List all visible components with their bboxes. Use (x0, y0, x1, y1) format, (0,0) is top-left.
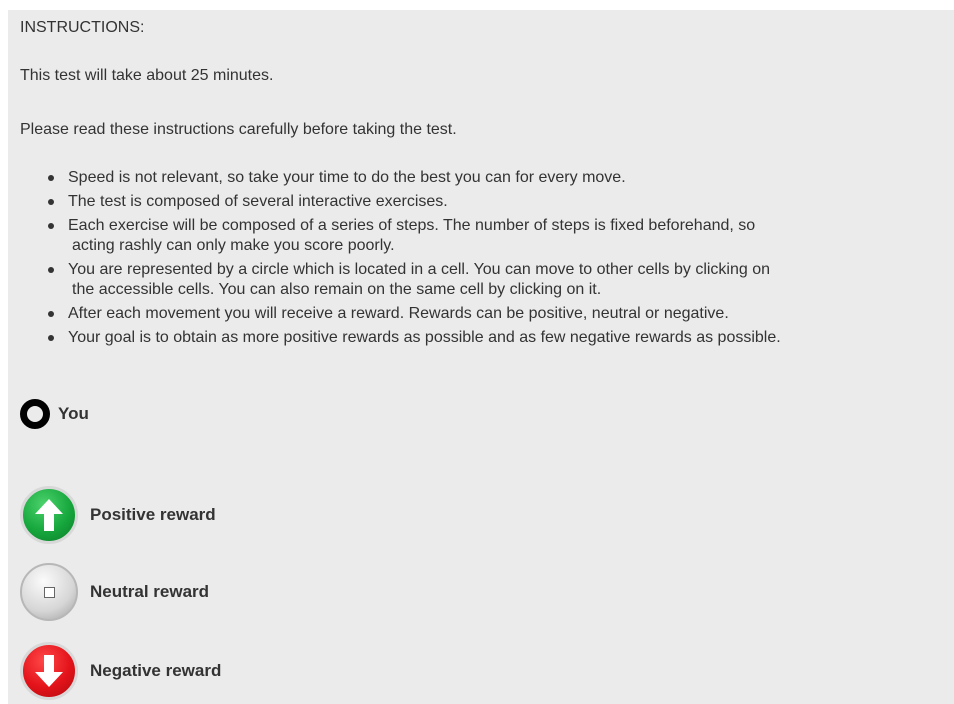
legend-negative-label: Negative reward (90, 661, 222, 680)
instructions-panel: INSTRUCTIONS: This test will take about … (8, 10, 954, 704)
rule-item: Each exercise will be composed of a seri… (48, 216, 948, 256)
rule-item: Speed is not relevant, so take your time… (48, 168, 948, 188)
legend-positive: Positive reward (20, 486, 216, 544)
arrow-up-glyph (35, 499, 63, 531)
rule-item: Your goal is to obtain as more positive … (48, 328, 948, 348)
legend-neutral-label: Neutral reward (90, 582, 210, 601)
rule-text-continued: acting rashly can only make you score po… (72, 237, 395, 254)
rule-text: Each exercise will be composed of a seri… (68, 217, 756, 234)
instructions-heading: INSTRUCTIONS: (20, 19, 145, 36)
rules-list: Speed is not relevant, so take your time… (20, 168, 948, 352)
intro-text: Please read these instructions carefully… (20, 121, 457, 138)
ring-icon (20, 399, 50, 429)
legend-negative: Negative reward (20, 642, 221, 700)
rule-item: You are represented by a circle which is… (48, 260, 948, 300)
rule-text-continued: the accessible cells. You can also remai… (72, 281, 602, 298)
legend-positive-label: Positive reward (90, 505, 216, 524)
neutral-square-glyph (43, 586, 55, 598)
test-duration-text: This test will take about 25 minutes. (20, 67, 274, 84)
legend-you: You (20, 399, 89, 429)
arrow-up-icon (20, 486, 78, 544)
legend-you-label: You (58, 404, 89, 423)
rule-text: Speed is not relevant, so take your time… (68, 169, 626, 186)
legend-neutral: Neutral reward (20, 563, 209, 621)
arrow-down-icon (20, 642, 78, 700)
rule-text: Your goal is to obtain as more positive … (68, 329, 781, 346)
rule-text: After each movement you will receive a r… (68, 305, 729, 322)
rule-text: The test is composed of several interact… (68, 193, 448, 210)
rule-item: After each movement you will receive a r… (48, 304, 948, 324)
rule-item: The test is composed of several interact… (48, 192, 948, 212)
rule-text: You are represented by a circle which is… (68, 261, 771, 278)
square-icon (20, 563, 78, 621)
arrow-down-glyph (35, 655, 63, 687)
